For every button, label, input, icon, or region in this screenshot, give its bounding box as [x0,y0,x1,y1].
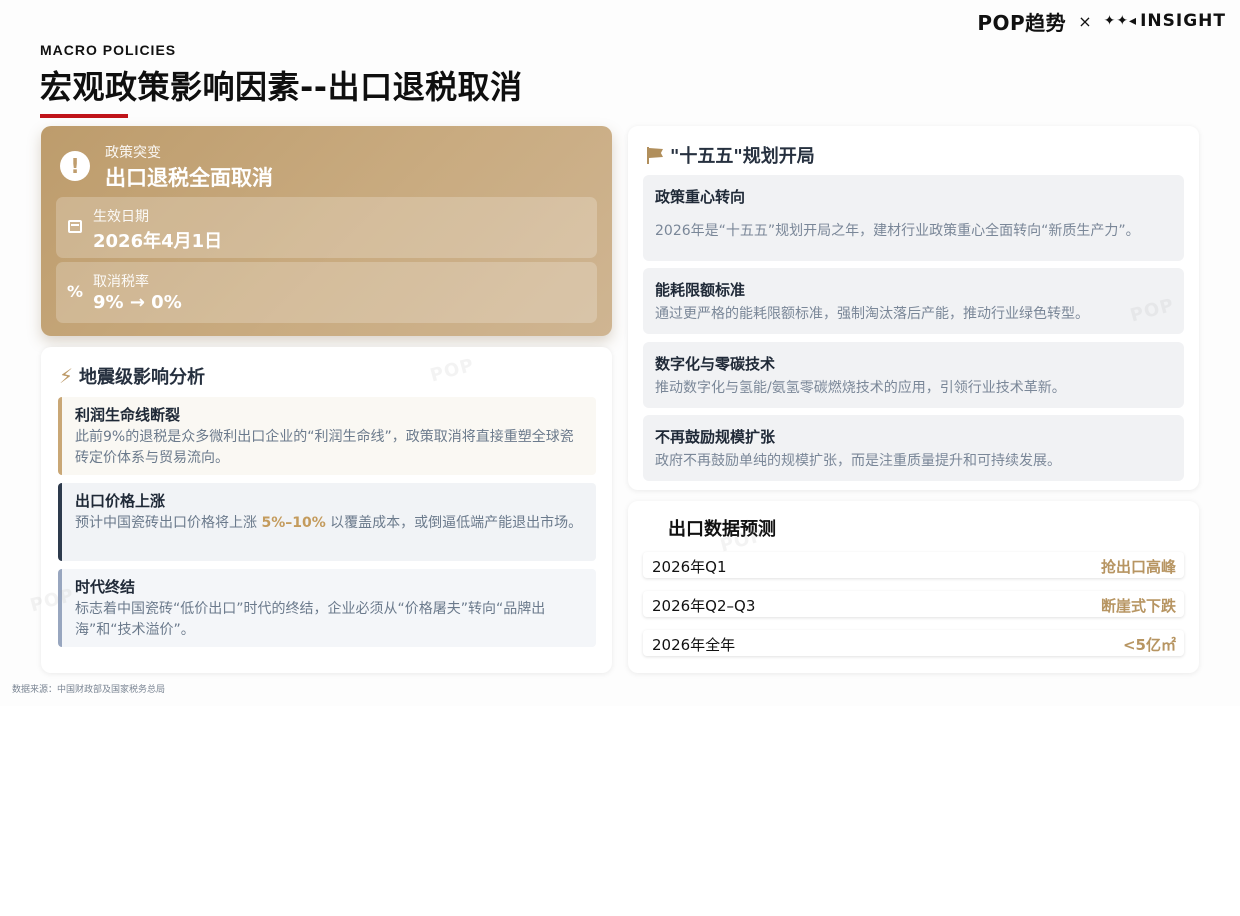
plan-item: 数字化与零碳技术 推动数字化与氢能/氨氢零碳燃烧技术的应用，引领行业技术革新。 [643,342,1184,408]
analysis-item-title: 出口价格上涨 [75,492,166,510]
plan-item: 政策重心转向 2026年是“十五五”规划开局之年，建材行业政策重心全面转向“新质… [643,175,1184,261]
data-source-note: 数据来源：中国财政部及国家税务总局 [12,685,166,695]
flag-icon [646,146,664,164]
analysis-item-desc: 标志着中国瓷砖“低价出口”时代的终结，企业必须从“价格屠夫”转向“品牌出海”和“… [75,601,546,638]
analysis-item-title: 利润生命线断裂 [75,406,181,424]
impact-analysis-header: ⚡ 地震级影响分析 [59,363,205,389]
effective-date-value: 2026年4月1日 [93,231,223,252]
plan-item-title: 数字化与零碳技术 [655,355,776,373]
five-year-plan-card: "十五五"规划开局 政策重心转向 2026年是“十五五”规划开局之年，建材行业政… [628,126,1199,490]
impact-analysis-title: 地震级影响分析 [79,367,206,388]
plan-item-desc: 推动数字化与氢能/氨氢零碳燃烧技术的应用，引领行业技术革新。 [655,380,1066,396]
hero-main-label: 出口退税全面取消 [105,166,273,190]
forecast-value: 断崖式下跌 [1100,597,1176,615]
analysis-item-title: 时代终结 [75,578,136,596]
section-kicker: MACRO POLICIES [40,42,177,58]
export-forecast-card: 出口数据预测 2026年Q1 抢出口高峰 2026年Q2–Q3 断崖式下跌 20… [628,501,1199,673]
analysis-item-desc: 此前9%的退税是众多微利出口企业的“利润生命线”，政策取消将直接重塑全球瓷砖定价… [75,429,574,466]
effective-date-row: 生效日期 2026年4月1日 [56,197,597,258]
price-range-highlight: 5%–10% [261,515,326,531]
cross-icon: × [1078,11,1092,31]
plan-item-desc: 通过更严格的能耗限额标准，强制淘汰落后产能，推动行业绿色转型。 [655,306,1089,322]
tax-rate-value: 9% → 0% [93,292,182,313]
hero-sub-label: 政策突变 [105,145,161,161]
percent-icon: % [66,281,84,301]
page-title: 宏观政策影响因素--出口退税取消 [40,68,523,106]
brand-logo: POP趋势 × ✦✦◂ INSIGHT [977,8,1226,35]
sparkle-icon: ✦✦◂ [1103,13,1138,29]
plan-item-title: 不再鼓励规模扩张 [655,428,776,446]
plan-item: 不再鼓励规模扩张 政府不再鼓励单纯的规模扩张，而是注重质量提升和可持续发展。 [643,415,1184,481]
forecast-value: <5亿㎡ [1122,636,1176,654]
effective-date-label: 生效日期 [93,209,149,225]
plan-item-desc: 2026年是“十五五”规划开局之年，建材行业政策重心全面转向“新质生产力”。 [655,223,1140,239]
title-underline [40,114,128,118]
lightning-icon: ⚡ [59,364,74,388]
plan-title: "十五五"规划开局 [670,146,815,167]
forecast-period: 2026年全年 [652,636,736,654]
tax-rate-row: % 取消税率 9% → 0% [56,262,597,323]
alert-circle-icon: ! [60,151,90,181]
plan-item-title: 能耗限额标准 [655,281,746,299]
analysis-item-era: 时代终结 标志着中国瓷砖“低价出口”时代的终结，企业必须从“价格屠夫”转向“品牌… [58,569,596,647]
forecast-row: 2026年Q2–Q3 断崖式下跌 [643,591,1184,617]
insight-logo: ✦✦◂ INSIGHT [1104,11,1226,31]
plan-header: "十五五"规划开局 [646,142,815,168]
analysis-item-desc: 预计中国瓷砖出口价格将上涨 5%–10% 以覆盖成本，或倒逼低端产能退出市场。 [75,513,586,534]
analysis-item-profit: 利润生命线断裂 此前9%的退税是众多微利出口企业的“利润生命线”，政策取消将直接… [58,397,596,475]
desc-text: 预计中国瓷砖出口价格将上涨 [75,515,262,531]
tax-rate-label: 取消税率 [93,274,149,290]
desc-text: 以覆盖成本，或倒逼低端产能退出市场。 [325,515,583,531]
calendar-icon [66,217,84,235]
plan-item-desc: 政府不再鼓励单纯的规模扩张，而是注重质量提升和可持续发展。 [655,453,1061,469]
slide-page: POP趋势 × ✦✦◂ INSIGHT MACRO POLICIES 宏观政策影… [0,0,1240,706]
forecast-value: 抢出口高峰 [1100,558,1176,576]
policy-hero-card: ! 政策突变 出口退税全面取消 生效日期 2026年4月1日 % 取消税率 9%… [41,126,612,336]
forecast-row: 2026年全年 <5亿㎡ [643,630,1184,656]
pop-logo: POP趋势 [977,10,1067,35]
forecast-period: 2026年Q2–Q3 [652,597,756,615]
forecast-period: 2026年Q1 [652,558,727,576]
plan-item-title: 政策重心转向 [655,188,746,206]
impact-analysis-card: ⚡ 地震级影响分析 利润生命线断裂 此前9%的退税是众多微利出口企业的“利润生命… [41,347,612,673]
analysis-item-price: 出口价格上涨 预计中国瓷砖出口价格将上涨 5%–10% 以覆盖成本，或倒逼低端产… [58,483,596,561]
plan-item: 能耗限额标准 通过更严格的能耗限额标准，强制淘汰落后产能，推动行业绿色转型。 [643,268,1184,334]
insight-logo-text: INSIGHT [1140,11,1226,31]
